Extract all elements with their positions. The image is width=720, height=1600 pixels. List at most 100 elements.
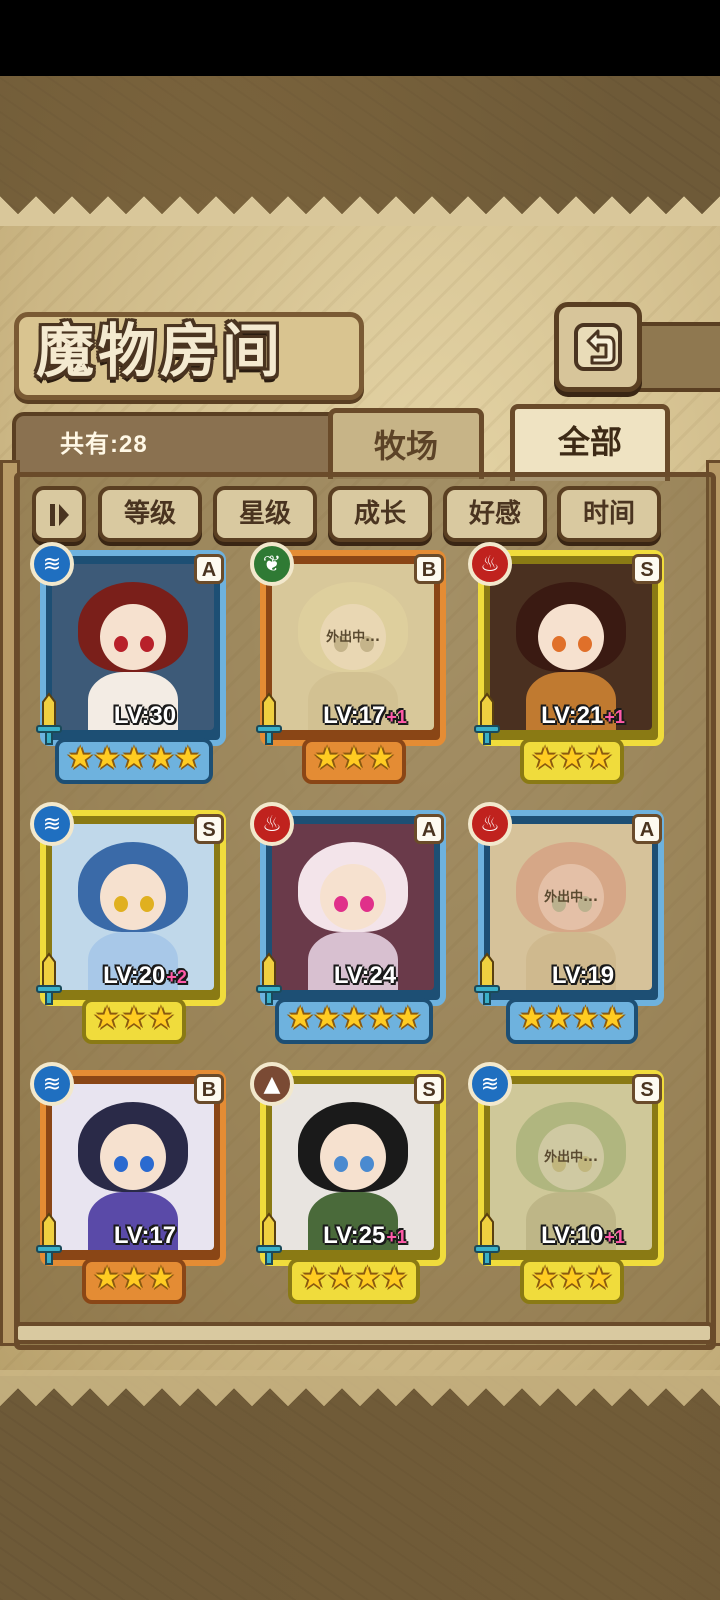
away-status-label: 外出中... xyxy=(544,890,598,905)
star-icon: ★ xyxy=(585,1261,613,1296)
monster-card[interactable]: ♨ S LV:21+1 ★★★ xyxy=(468,542,676,784)
rank-badge: S xyxy=(632,554,662,584)
monster-card[interactable]: 外出中... ♨ A LV:19 ★★★★ xyxy=(468,802,676,1044)
fire-element-icon: ♨ xyxy=(468,802,512,846)
level-value: LV:19 xyxy=(551,962,615,989)
water-element-icon: ≋ xyxy=(468,1062,512,1106)
level-value: LV:10 xyxy=(541,1222,604,1249)
level-value: LV:30 xyxy=(113,702,177,729)
page-title: 魔物房间 xyxy=(36,317,285,385)
leaf-element-icon: ❦ xyxy=(250,542,294,586)
rank-badge: B xyxy=(414,554,444,584)
monster-level: LV:20+2 xyxy=(70,962,220,990)
back-arrow-icon xyxy=(574,323,622,371)
star-icon: ★ xyxy=(313,1001,341,1036)
rank-badge: A xyxy=(632,814,662,844)
monster-level: LV:19 xyxy=(508,962,658,990)
fire-element-icon: ♨ xyxy=(250,802,294,846)
star-icon: ★ xyxy=(93,1261,121,1296)
star-icon: ★ xyxy=(286,1001,314,1036)
star-icon: ★ xyxy=(598,1001,626,1036)
monster-level: LV:24 xyxy=(290,962,440,990)
sort-by-stars-button[interactable]: 星级 xyxy=(213,486,317,542)
level-bonus: +1 xyxy=(604,707,625,727)
earth-element-icon: ▲ xyxy=(250,1062,294,1106)
star-icon: ★ xyxy=(147,741,175,776)
star-icon: ★ xyxy=(300,1261,328,1296)
star-icon: ★ xyxy=(120,1261,148,1296)
rank-badge: S xyxy=(194,814,224,844)
monster-level: LV:17 xyxy=(70,1222,220,1250)
star-icon: ★ xyxy=(380,1261,408,1296)
star-icon: ★ xyxy=(340,1001,368,1036)
sort-order-icon xyxy=(50,504,69,526)
back-button[interactable] xyxy=(554,302,642,392)
star-icon: ★ xyxy=(558,1261,586,1296)
level-bonus: +1 xyxy=(604,1227,625,1247)
monster-level: LV:17+1 xyxy=(290,702,440,730)
rank-badge: B xyxy=(194,1074,224,1104)
monster-card[interactable]: 外出中... ❦ B LV:17+1 ★★★ xyxy=(250,542,458,784)
away-status-label: 外出中... xyxy=(544,1150,598,1165)
level-value: LV:25 xyxy=(323,1222,386,1249)
sort-by-affection-button[interactable]: 好感 xyxy=(443,486,547,542)
rank-badge: A xyxy=(414,814,444,844)
level-bonus: +1 xyxy=(386,1227,407,1247)
star-icon: ★ xyxy=(340,741,368,776)
monster-card[interactable]: ≋ A LV:30 ★★★★★ xyxy=(30,542,238,784)
star-icon: ★ xyxy=(545,1001,572,1036)
star-icon: ★ xyxy=(367,741,395,776)
star-icon: ★ xyxy=(367,1001,395,1036)
grid-bottom-rail xyxy=(14,1322,714,1344)
star-icon: ★ xyxy=(394,1001,422,1036)
monster-level: LV:10+1 xyxy=(508,1222,658,1250)
star-icon: ★ xyxy=(120,1001,148,1036)
level-value: LV:21 xyxy=(541,702,604,729)
star-rating: ★★★ xyxy=(30,998,238,1044)
star-rating: ★★★ xyxy=(468,738,676,784)
star-icon: ★ xyxy=(531,1261,559,1296)
star-icon: ★ xyxy=(585,741,613,776)
rank-badge: S xyxy=(632,1074,662,1104)
star-icon: ★ xyxy=(93,1001,121,1036)
star-rating: ★★★★★ xyxy=(30,738,238,784)
star-rating: ★★★★ xyxy=(468,998,676,1044)
star-icon: ★ xyxy=(66,741,94,776)
fire-element-icon: ♨ xyxy=(468,542,512,586)
star-icon: ★ xyxy=(518,1001,546,1036)
star-icon: ★ xyxy=(327,1261,354,1296)
star-rating: ★★★ xyxy=(30,1258,238,1304)
star-rating: ★★★ xyxy=(468,1258,676,1304)
star-icon: ★ xyxy=(147,1261,175,1296)
monster-level: LV:21+1 xyxy=(508,702,658,730)
sort-by-level-button[interactable]: 等级 xyxy=(98,486,202,542)
monster-card[interactable]: ♨ A LV:24 ★★★★★ xyxy=(250,802,458,1044)
monster-card[interactable]: ≋ B LV:17 ★★★ xyxy=(30,1062,238,1304)
star-icon: ★ xyxy=(313,741,341,776)
tab-ranch[interactable]: 牧场 xyxy=(328,408,484,479)
rank-badge: S xyxy=(414,1074,444,1104)
star-icon: ★ xyxy=(354,1261,381,1296)
level-value: LV:20 xyxy=(103,962,166,989)
tab-all[interactable]: 全部 xyxy=(510,404,670,481)
star-icon: ★ xyxy=(572,1001,599,1036)
panel-torn-edge-bottom xyxy=(0,1370,720,1460)
monster-card[interactable]: ≋ S LV:20+2 ★★★ xyxy=(30,802,238,1044)
level-bonus: +1 xyxy=(386,707,407,727)
rank-badge: A xyxy=(194,554,224,584)
star-rating: ★★★★ xyxy=(250,1258,458,1304)
star-icon: ★ xyxy=(147,1001,175,1036)
star-rating: ★★★ xyxy=(250,738,458,784)
monster-level: LV:25+1 xyxy=(290,1222,440,1250)
star-icon: ★ xyxy=(531,741,559,776)
star-rating: ★★★★★ xyxy=(250,998,458,1044)
water-element-icon: ≋ xyxy=(30,542,74,586)
monster-card[interactable]: 外出中... ≋ S LV:10+1 ★★★ xyxy=(468,1062,676,1304)
star-icon: ★ xyxy=(174,741,202,776)
monster-card[interactable]: ▲ S LV:25+1 ★★★★ xyxy=(250,1062,458,1304)
sort-order-toggle-button[interactable] xyxy=(32,486,86,542)
status-bar xyxy=(0,0,720,76)
sort-by-growth-button[interactable]: 成长 xyxy=(328,486,432,542)
level-value: LV:17 xyxy=(323,702,386,729)
sort-by-time-button[interactable]: 时间 xyxy=(557,486,661,542)
